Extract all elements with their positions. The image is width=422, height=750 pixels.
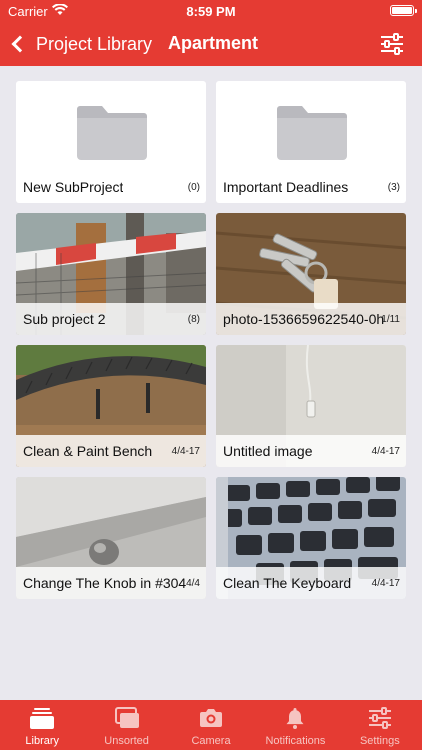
folder-icon: [277, 106, 347, 160]
tile-name: photo-1536659622540-0h: [223, 311, 385, 327]
tile-caption: photo-1536659622540-0h 1/11: [216, 303, 406, 335]
tile-caption: Sub project 2 (8): [16, 303, 206, 335]
photo-tile[interactable]: Untitled image 4/4-17: [216, 345, 406, 467]
tab-unsorted[interactable]: Unsorted: [84, 700, 168, 750]
tab-label: Library: [25, 735, 60, 747]
page-title: Apartment: [168, 33, 259, 53]
back-button-label: Project Library: [36, 33, 153, 54]
filter-sliders-icon[interactable]: [380, 32, 404, 56]
photo-tile[interactable]: Change The Knob in #304 4/4: [16, 477, 206, 599]
tile-caption: Untitled image 4/4-17: [216, 435, 406, 467]
battery-icon: [390, 5, 417, 16]
tab-camera[interactable]: Camera: [169, 700, 253, 750]
tile-caption: Clean The Keyboard 4/4-17: [216, 567, 406, 599]
tab-settings[interactable]: Settings: [338, 700, 422, 750]
chevron-left-icon: [11, 35, 29, 53]
tile-date: 1/11: [381, 314, 400, 325]
tile-date: 4/4-17: [171, 446, 200, 457]
tile-name: New SubProject: [23, 179, 124, 195]
tile-name: Clean The Keyboard: [223, 575, 352, 591]
clock: 8:59 PM: [186, 4, 236, 19]
photo-tile[interactable]: photo-1536659622540-0h 1/11: [216, 213, 406, 335]
tile-date: 4/4-17: [371, 446, 400, 457]
tile-caption: Important Deadlines (3): [216, 171, 406, 203]
bell-icon: [286, 708, 304, 729]
tile-caption: Clean & Paint Bench 4/4-17: [16, 435, 206, 467]
unsorted-icon: [114, 707, 139, 728]
tab-label: Unsorted: [104, 735, 149, 747]
tile-name: Untitled image: [223, 443, 313, 459]
tile-count: (8): [187, 314, 200, 325]
camera-icon: [200, 709, 223, 727]
navigation-bar: Project Library Apartment: [0, 22, 422, 66]
tile-date: 4/4: [186, 578, 200, 589]
tab-library[interactable]: Library: [0, 700, 84, 750]
tab-label: Camera: [191, 735, 231, 747]
tile-name: Sub project 2: [23, 311, 106, 327]
tile-caption: New SubProject (0): [16, 171, 206, 203]
tile-name: Clean & Paint Bench: [23, 443, 153, 459]
tile-caption: Change The Knob in #304 4/4: [16, 567, 206, 599]
subproject-tile[interactable]: Sub project 2 (8): [16, 213, 206, 335]
tab-bar: Library Unsorted Camera Notifications Se…: [0, 700, 422, 750]
folder-icon: [77, 106, 147, 160]
photo-tile[interactable]: Clean The Keyboard 4/4-17: [216, 477, 406, 599]
tile-name: Important Deadlines: [223, 179, 349, 195]
folder-tile[interactable]: New SubProject (0): [16, 81, 206, 203]
sliders-icon: [368, 707, 391, 729]
tile-name: Change The Knob in #304: [23, 575, 187, 591]
tab-label: Settings: [359, 735, 400, 747]
tile-date: 4/4-17: [371, 578, 400, 589]
tile-count: (3): [387, 182, 400, 193]
tab-notifications[interactable]: Notifications: [253, 700, 337, 750]
library-icon: [30, 708, 55, 729]
status-bar: Carrier 8:59 PM: [0, 0, 422, 22]
back-button[interactable]: Project Library: [8, 22, 152, 66]
folder-tile[interactable]: Important Deadlines (3): [216, 81, 406, 203]
tile-count: (0): [187, 182, 200, 193]
tab-label: Notifications: [265, 735, 326, 747]
photo-tile[interactable]: Clean & Paint Bench 4/4-17: [16, 345, 206, 467]
